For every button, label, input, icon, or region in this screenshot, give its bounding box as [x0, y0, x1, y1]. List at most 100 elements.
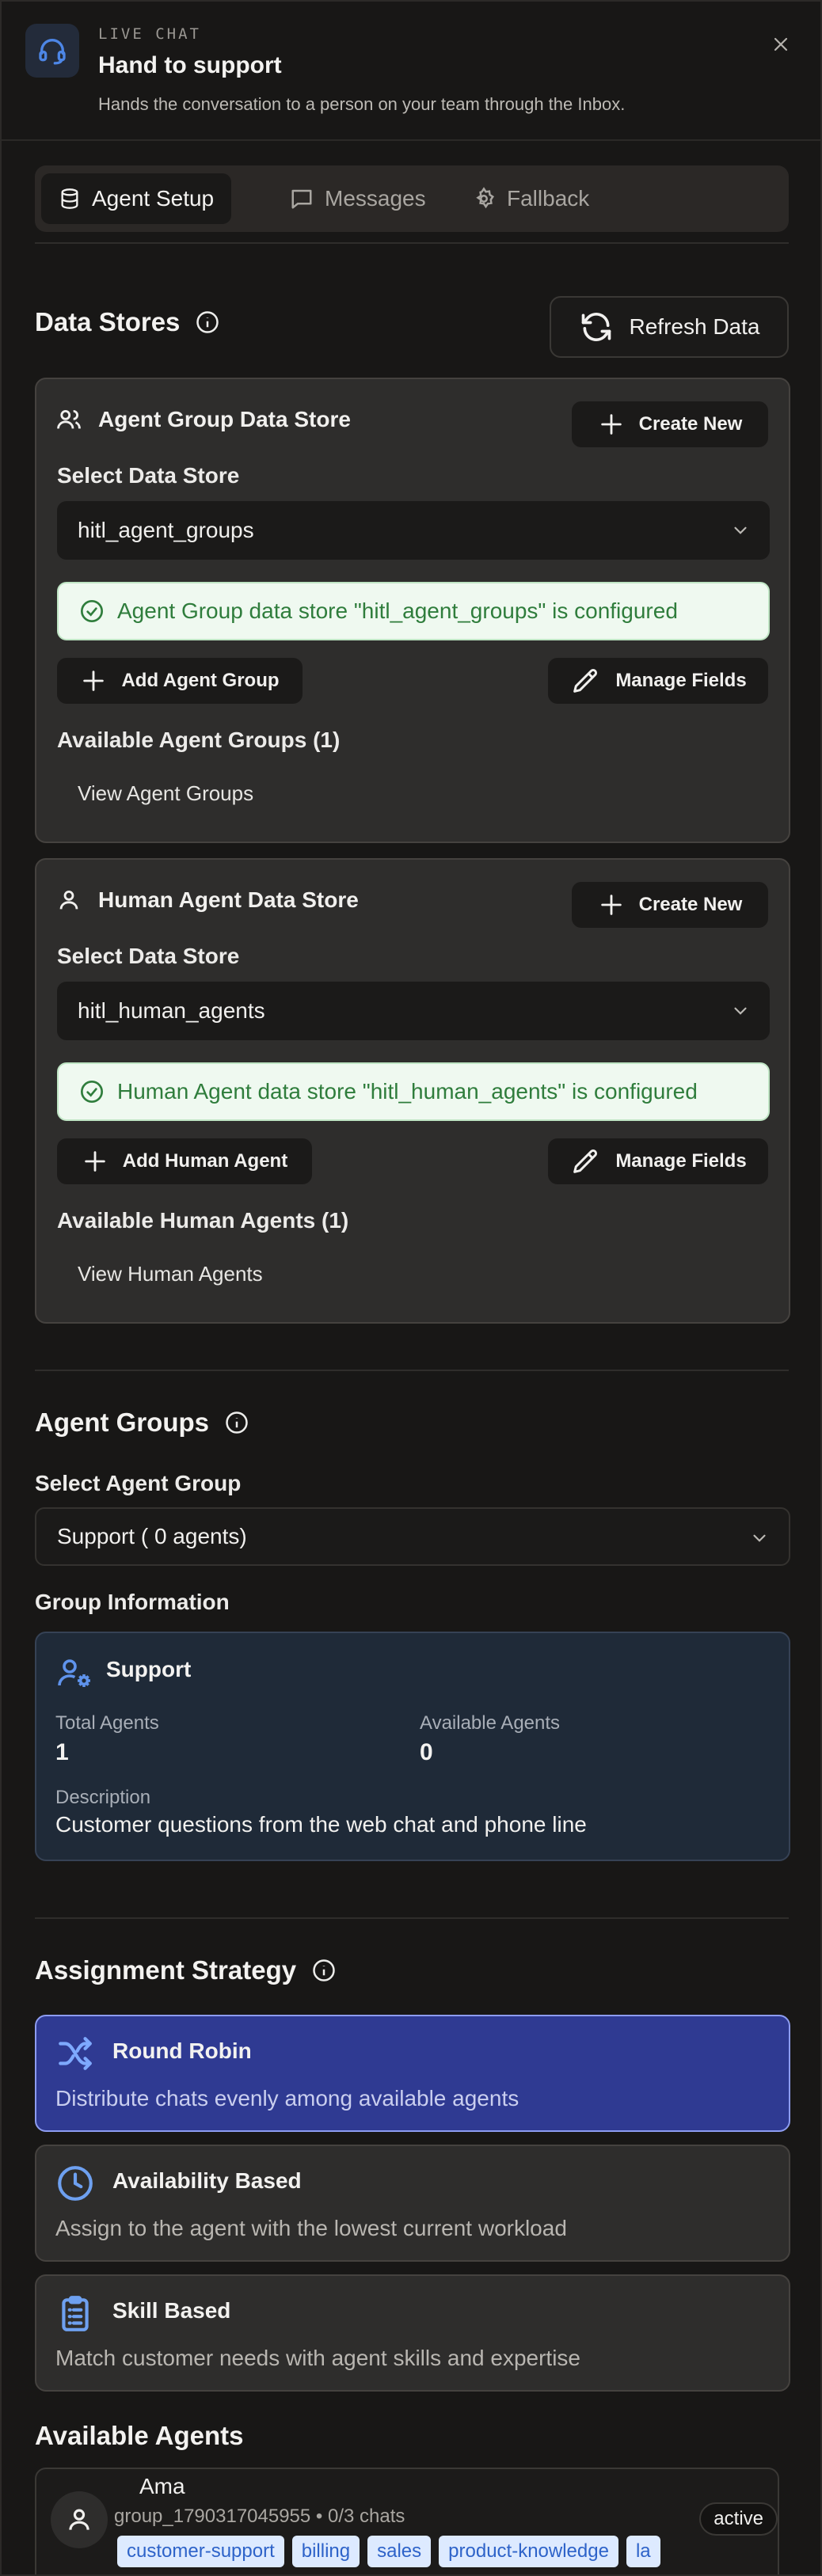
tab-bar: Agent Setup Messages Fallback	[35, 165, 789, 232]
check-circle-icon	[81, 600, 103, 622]
card-title-label: Human Agent Data Store	[98, 887, 359, 912]
close-icon	[774, 37, 788, 51]
manage-fields-button[interactable]: Manage Fields	[548, 1138, 768, 1184]
tab-label: Messages	[325, 186, 426, 211]
refresh-data-button[interactable]: Refresh Data	[550, 296, 789, 358]
group-name: Support	[106, 1657, 192, 1681]
close-button[interactable]	[767, 30, 795, 59]
skill-tag: sales	[367, 2536, 432, 2567]
select-value: Support ( 0 agents)	[57, 1524, 247, 1548]
total-agents-label: Total Agents	[55, 1712, 159, 1734]
button-label: Manage Fields	[615, 670, 747, 691]
panel-header: LIVE CHAT Hand to support Hands the conv…	[2, 2, 820, 141]
user-icon	[69, 2509, 89, 2530]
refresh-icon	[581, 313, 611, 341]
agent-skill-tags: customer-support billing sales product-k…	[117, 2536, 716, 2570]
divider	[35, 1917, 789, 1919]
view-agent-groups-link[interactable]: View Agent Groups	[78, 781, 253, 806]
divider	[35, 242, 789, 244]
select-data-store-label: Select Data Store	[57, 944, 240, 968]
section-title: Data Stores	[35, 307, 181, 336]
tab-label: Fallback	[507, 186, 590, 211]
tab-label: Agent Setup	[92, 186, 215, 211]
button-label: Manage Fields	[615, 1150, 747, 1172]
button-label: Refresh Data	[629, 314, 760, 339]
agent-meta: group_1790317045955 • 0/3 chats	[114, 2506, 405, 2527]
status-badge: active	[699, 2502, 778, 2536]
users-icon	[57, 409, 81, 429]
available-agents-value: 0	[420, 1739, 433, 1765]
strategy-availability-based[interactable]: Availability Based Assign to the agent w…	[35, 2145, 790, 2262]
info-icon[interactable]	[312, 1959, 336, 1982]
skill-tag: customer-support	[117, 2536, 284, 2567]
assignment-strategy-heading: Assignment Strategy	[35, 1955, 336, 1985]
avatar	[51, 2491, 108, 2548]
strategy-round-robin[interactable]: Round Robin Distribute chats evenly amon…	[35, 2015, 790, 2132]
tab-fallback[interactable]: Fallback	[455, 173, 607, 224]
description-label: Description	[55, 1787, 151, 1808]
agent-name: Ama	[139, 2474, 185, 2498]
button-label: Add Agent Group	[121, 670, 280, 691]
panel-kicker: LIVE CHAT	[98, 25, 201, 43]
agent-group-select[interactable]: Support ( 0 agents)	[35, 1507, 790, 1566]
button-label: Add Human Agent	[122, 1150, 288, 1172]
status-text: Human Agent data store "hitl_human_agent…	[117, 1079, 698, 1104]
chevron-down-icon	[734, 1007, 747, 1015]
strategy-title: Availability Based	[112, 2168, 302, 2193]
chat-bubble-icon	[291, 189, 312, 209]
button-label: Create New	[638, 894, 743, 915]
plus-icon	[600, 895, 622, 915]
create-new-agent-group-store-button[interactable]: Create New	[572, 401, 768, 447]
tab-agent-setup[interactable]: Agent Setup	[41, 173, 232, 224]
data-stores-heading: Data Stores	[35, 307, 219, 337]
agent-group-data-store-card: Agent Group Data Store Create New Select…	[35, 378, 790, 843]
human-agent-store-select[interactable]: hitl_human_agents	[57, 982, 770, 1040]
available-agents-heading: Available Agents	[35, 2421, 243, 2451]
agent-card[interactable]: Ama group_1790317045955 • 0/3 chats cust…	[35, 2468, 779, 2574]
manage-fields-button[interactable]: Manage Fields	[548, 658, 768, 704]
create-new-human-agent-store-button[interactable]: Create New	[572, 882, 768, 928]
chevron-down-icon	[734, 526, 747, 534]
select-data-store-label: Select Data Store	[57, 463, 240, 488]
clock-icon	[58, 2166, 93, 2201]
card-title-label: Agent Group Data Store	[98, 407, 351, 431]
skill-tag: la	[626, 2536, 660, 2567]
strategy-title: Round Robin	[112, 2038, 252, 2063]
group-information-label: Group Information	[35, 1590, 230, 1614]
card-title: Human Agent Data Store	[55, 887, 359, 914]
human-agent-data-store-card: Human Agent Data Store Create New Select…	[35, 858, 790, 1324]
info-icon[interactable]	[225, 1411, 249, 1434]
users-gear-icon	[58, 1659, 90, 1687]
human-agent-store-status: Human Agent data store "hitl_human_agent…	[57, 1062, 770, 1121]
chevron-down-icon	[753, 1534, 766, 1542]
plus-icon	[85, 1151, 105, 1172]
button-label: Create New	[638, 413, 743, 435]
strategy-skill-based[interactable]: Skill Based Match customer needs with ag…	[35, 2274, 790, 2392]
select-agent-group-label: Select Agent Group	[35, 1471, 242, 1495]
group-information-panel: Support Total Agents 1 Available Agents …	[35, 1632, 790, 1861]
agent-group-store-select[interactable]: hitl_agent_groups	[57, 501, 770, 560]
section-title: Assignment Strategy	[35, 1955, 297, 1985]
add-agent-group-button[interactable]: Add Agent Group	[57, 658, 303, 704]
shuffle-icon	[59, 2037, 92, 2070]
panel-subtitle: Hands the conversation to a person on yo…	[98, 94, 626, 114]
user-icon	[59, 890, 78, 910]
available-agent-groups-label: Available Agent Groups (1)	[57, 728, 341, 752]
pencil-icon	[573, 1149, 598, 1173]
add-human-agent-button[interactable]: Add Human Agent	[57, 1138, 312, 1184]
plus-icon	[83, 671, 105, 691]
clipboard-icon	[62, 2296, 89, 2331]
headset-icon	[25, 24, 79, 78]
agent-groups-heading: Agent Groups	[35, 1408, 249, 1438]
info-icon[interactable]	[196, 310, 219, 334]
hand-to-support-panel: LIVE CHAT Hand to support Hands the conv…	[0, 0, 822, 2576]
tab-messages[interactable]: Messages	[272, 173, 443, 224]
gear-icon	[476, 187, 494, 209]
plus-icon	[600, 414, 622, 435]
divider	[35, 1370, 789, 1371]
group-description: Customer questions from the web chat and…	[55, 1812, 587, 1837]
skill-tag: product-knowledge	[439, 2536, 618, 2567]
available-human-agents-label: Available Human Agents (1)	[57, 1208, 349, 1233]
database-icon	[61, 188, 78, 209]
view-human-agents-link[interactable]: View Human Agents	[78, 1262, 263, 1286]
